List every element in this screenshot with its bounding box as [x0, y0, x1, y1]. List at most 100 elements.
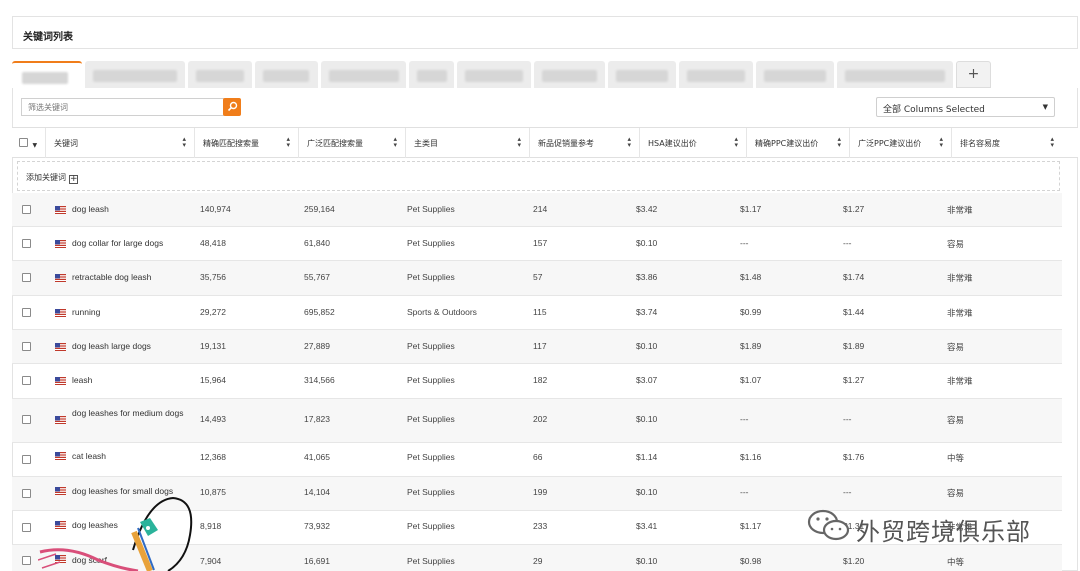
row-checkbox[interactable]: [22, 489, 31, 498]
chevron-down-icon[interactable]: ▼: [33, 142, 38, 149]
select-all-column[interactable]: ▼: [12, 128, 46, 158]
rank-ease: 中等: [947, 453, 965, 463]
broad-ppc-bid: $1.27: [843, 375, 865, 385]
exact-volume: 10,875: [200, 487, 226, 497]
tab[interactable]: [457, 61, 531, 88]
category: Pet Supplies: [407, 556, 455, 566]
exact-volume: 7,904: [200, 556, 222, 566]
category: Pet Supplies: [407, 272, 455, 282]
sort-icon[interactable]: ▴ ▾: [1050, 136, 1054, 149]
category: Pet Supplies: [407, 414, 455, 424]
broad-volume: 17,823: [304, 414, 330, 424]
table-row[interactable]: leash 15,964 314,566 Pet Supplies 182 $3…: [12, 364, 1062, 399]
header-broad-ppc-bid[interactable]: 广泛PPC建议出价 ▴ ▾: [850, 128, 952, 158]
rank-ease: 非常难: [947, 376, 973, 386]
header-broad-volume[interactable]: 广泛匹配搜索量 ▴ ▾: [299, 128, 406, 158]
header-keyword[interactable]: 关键词 ▴ ▾: [46, 128, 195, 158]
broad-ppc-bid: $1.44: [843, 307, 865, 317]
broad-volume: 41,065: [304, 452, 330, 462]
keyword-link[interactable]: retractable dog leash: [72, 272, 151, 282]
broad-volume: 14,104: [304, 487, 330, 497]
select-all-checkbox[interactable]: [19, 138, 28, 147]
keyword-link[interactable]: leash: [72, 375, 92, 385]
header-rank-ease[interactable]: 排名容易度 ▴ ▾: [952, 128, 1062, 158]
exact-ppc-bid: ---: [740, 238, 749, 248]
header-hsa-bid[interactable]: HSA建议出价 ▴ ▾: [640, 128, 747, 158]
rank-ease: 容易: [947, 342, 965, 352]
row-checkbox[interactable]: [22, 308, 31, 317]
keyword-link[interactable]: running: [72, 307, 100, 317]
row-checkbox[interactable]: [22, 415, 31, 424]
table-row[interactable]: dog leash large dogs 19,131 27,889 Pet S…: [12, 330, 1062, 364]
hsa-bid: $3.07: [636, 375, 658, 385]
keyword-link[interactable]: dog leash large dogs: [72, 341, 151, 351]
tab[interactable]: [679, 61, 753, 88]
tab[interactable]: [608, 61, 676, 88]
table-row[interactable]: cat leash 12,368 41,065 Pet Supplies 66 …: [12, 443, 1062, 477]
row-checkbox[interactable]: [22, 273, 31, 282]
sort-icon[interactable]: ▴ ▾: [517, 136, 521, 149]
sort-icon[interactable]: ▴ ▾: [837, 136, 841, 149]
row-checkbox[interactable]: [22, 239, 31, 248]
keyword-list-tabs: +: [12, 61, 1078, 88]
exact-volume: 19,131: [200, 341, 226, 351]
keyword-link[interactable]: dog leash: [72, 204, 109, 214]
us-flag-icon: [55, 274, 66, 282]
broad-ppc-bid: ---: [843, 414, 852, 424]
header-exact-volume[interactable]: 精确匹配搜索量 ▴ ▾: [195, 128, 299, 158]
row-checkbox[interactable]: [22, 376, 31, 385]
header-promo-reference[interactable]: 新品促销量参考 ▴ ▾: [530, 128, 640, 158]
add-tab-button[interactable]: +: [956, 61, 991, 88]
keyword-search: [21, 98, 241, 116]
sort-icon[interactable]: ▴ ▾: [939, 136, 943, 149]
rank-ease: 中等: [947, 557, 965, 567]
wechat-icon: [807, 509, 850, 541]
add-keyword-button[interactable]: 添加关键词 +: [17, 161, 1060, 191]
tab[interactable]: [409, 61, 454, 88]
search-button[interactable]: [223, 98, 241, 116]
table-row[interactable]: dog leashes for medium dogs 14,493 17,82…: [12, 399, 1062, 443]
exact-ppc-bid: $1.89: [740, 341, 762, 351]
header-exact-ppc-bid[interactable]: 精确PPC建议出价 ▴ ▾: [747, 128, 850, 158]
tab[interactable]: [255, 61, 318, 88]
tab[interactable]: [188, 61, 252, 88]
table-row[interactable]: dog collar for large dogs 48,418 61,840 …: [12, 227, 1062, 261]
rank-ease: 非常难: [947, 205, 973, 215]
promo-reference: 117: [533, 341, 547, 351]
sort-icon[interactable]: ▴ ▾: [734, 136, 738, 149]
table-row[interactable]: dog leash 140,974 259,164 Pet Supplies 2…: [12, 193, 1062, 227]
sort-icon[interactable]: ▴ ▾: [627, 136, 631, 149]
tab[interactable]: [756, 61, 834, 88]
keyword-link[interactable]: cat leash: [72, 451, 106, 461]
row-checkbox[interactable]: [22, 342, 31, 351]
rank-ease: 容易: [947, 415, 965, 425]
keyword-search-input[interactable]: [21, 98, 224, 116]
sort-icon[interactable]: ▴ ▾: [393, 136, 397, 149]
tab[interactable]: [534, 61, 605, 88]
keyword-link[interactable]: dog collar for large dogs: [72, 238, 163, 248]
tab-active[interactable]: [12, 61, 82, 88]
us-flag-icon: [55, 343, 66, 351]
table-row[interactable]: retractable dog leash 35,756 55,767 Pet …: [12, 261, 1062, 296]
table-header: ▼ 关键词 ▴ ▾ 精确匹配搜索量 ▴ ▾ 广泛匹配搜索量 ▴ ▾ 主类目 ▴ ▾ 新品促销量参…: [12, 127, 1078, 158]
promo-reference: 157: [533, 238, 548, 248]
row-checkbox[interactable]: [22, 455, 31, 464]
row-checkbox[interactable]: [22, 205, 31, 214]
exact-ppc-bid: ---: [740, 414, 749, 424]
sort-icon[interactable]: ▴ ▾: [286, 136, 290, 149]
table-row[interactable]: running 29,272 695,852 Sports & Outdoors…: [12, 296, 1062, 330]
columns-select[interactable]: 全部 Columns Selected ▼: [876, 97, 1055, 117]
exact-volume: 35,756: [200, 272, 226, 282]
header-category[interactable]: 主类目 ▴ ▾: [406, 128, 530, 158]
tab[interactable]: [85, 61, 185, 88]
hsa-bid: $0.10: [636, 238, 658, 248]
sort-icon[interactable]: ▴ ▾: [182, 136, 186, 149]
row-checkbox[interactable]: [22, 523, 31, 532]
promo-reference: 29: [533, 556, 543, 566]
tab[interactable]: [837, 61, 953, 88]
promo-reference: 199: [533, 487, 548, 497]
tab[interactable]: [321, 61, 406, 88]
keyword-link[interactable]: dog leashes for medium dogs: [72, 408, 184, 419]
category: Sports & Outdoors: [407, 307, 477, 317]
row-checkbox[interactable]: [22, 556, 31, 565]
